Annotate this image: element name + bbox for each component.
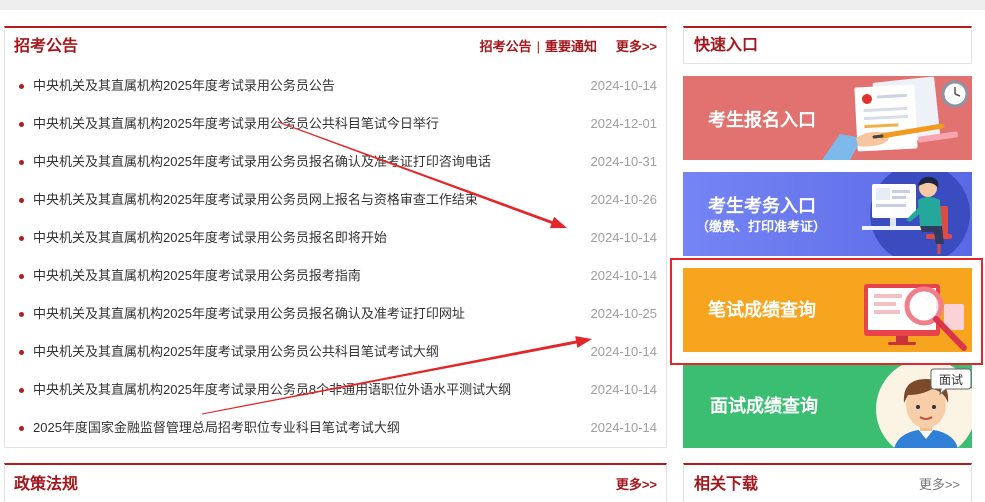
announcement-item: 中央机关及其直属机构2025年度考试录用公务员报名确认及准考证打印咨询电话 20… [5,143,666,181]
list-bullet [19,274,24,279]
announcement-date: 2024-10-26 [590,192,658,207]
monitor-magnifier-icon [864,284,967,351]
announcement-link[interactable]: 2025年度国家金融监督管理总局招考职位专业科目笔试考试大纲 [33,409,400,447]
banner-label: 考生报名入口 [708,110,816,130]
announcement-link[interactable]: 中央机关及其直属机构2025年度考试录用公务员报名即将开始 [33,219,387,257]
announcement-item: 中央机关及其直属机构2025年度考试录用公务员公告 2024-10-14 [5,67,666,105]
list-bullet [19,84,24,89]
list-bullet [19,388,24,393]
banner-label: 笔试成绩查询 [708,300,816,320]
downloads-more-link[interactable]: 更多>> [919,476,960,494]
list-bullet [19,350,24,355]
announcement-date: 2024-10-14 [590,382,658,397]
announcement-item: 中央机关及其直属机构2025年度考试录用公务员公共科目笔试考试大纲 2024-1… [5,333,666,371]
list-bullet [19,236,24,241]
announcements-title: 招考公告 [14,38,79,55]
announcement-date: 2024-10-14 [590,420,658,435]
announcement-item: 中央机关及其直属机构2025年度考试录用公务员8个非通用语职位外语水平测试大纲 … [5,371,666,409]
list-bullet [19,312,24,317]
announcement-link[interactable]: 中央机关及其直属机构2025年度考试录用公务员报名确认及准考证打印咨询电话 [33,143,491,181]
announcement-date: 2024-10-14 [590,230,658,245]
interview-score-query-banner[interactable]: 面试成绩查询 面试 [683,365,972,448]
list-bullet [19,122,24,127]
announcement-date: 2024-10-14 [590,78,658,93]
announcement-date: 2024-12-01 [590,116,658,131]
quick-entry-panel: 快速入口 [683,26,972,64]
top-strip [0,0,985,10]
person-at-desk-icon [862,172,970,256]
banner-sublabel: （缴费、打印准考证） [696,219,827,234]
policy-title: 政策法规 [14,476,79,493]
announcement-link[interactable]: 中央机关及其直属机构2025年度考试录用公务员报考指南 [33,257,361,295]
banner-label: 面试成绩查询 [710,396,818,416]
written-score-query-banner[interactable]: 笔试成绩查询 [683,268,972,352]
policy-more-link[interactable]: 更多>> [616,476,657,494]
announcement-link[interactable]: 中央机关及其直属机构2025年度考试录用公务员报名确认及准考证打印网址 [33,295,465,333]
announcement-item: 2025年度国家金融监督管理总局招考职位专业科目笔试考试大纲 2024-10-1… [5,409,666,447]
list-bullet [19,160,24,165]
announcement-date: 2024-10-25 [590,306,658,321]
speech-bubble-text: 面试 [939,372,963,387]
policy-panel: 政策法规 更多>> [4,463,667,502]
announcements-panel: 招考公告 招考公告 | 重要通知 更多>> 中央机关及其直属机构2025年度考试录用… [4,26,667,448]
announcement-item: 中央机关及其直属机构2025年度考试录用公务员网上报名与资格审查工作结束 202… [5,181,666,219]
announcements-more-link[interactable]: 更多>> [616,38,657,56]
quick-entry-title: 快速入口 [694,37,759,54]
list-bullet [19,426,24,431]
announcement-item: 中央机关及其直属机构2025年度考试录用公务员公共科目笔试今日举行 2024-1… [5,105,666,143]
announcement-date: 2024-10-31 [590,154,658,169]
announcement-list: 中央机关及其直属机构2025年度考试录用公务员公告 2024-10-14 中央机… [5,67,666,447]
tab-announcements[interactable]: 招考公告 [480,39,532,54]
banner-label: 考生考务入口 [708,196,816,216]
downloads-title: 相关下载 [694,476,759,493]
announcement-link[interactable]: 中央机关及其直属机构2025年度考试录用公务员公告 [33,67,335,105]
announcement-link[interactable]: 中央机关及其直属机构2025年度考试录用公务员网上报名与资格审查工作结束 [33,181,478,219]
announcements-tabs: 招考公告 | 重要通知 [480,38,597,56]
documents-pen-icon [822,76,969,160]
announcement-date: 2024-10-14 [590,268,658,283]
list-bullet [19,198,24,203]
tab-important-notices[interactable]: 重要通知 [545,39,597,54]
exam-affairs-entry-banner[interactable]: 考生考务入口 （缴费、打印准考证） [683,172,972,256]
downloads-panel: 相关下载 更多>> [683,463,972,502]
announcement-item: 中央机关及其直属机构2025年度考试录用公务员报名即将开始 2024-10-14 [5,219,666,257]
announcement-date: 2024-10-14 [590,344,658,359]
tab-separator: | [536,39,540,54]
announcement-link[interactable]: 中央机关及其直属机构2025年度考试录用公务员公共科目笔试今日举行 [33,105,439,143]
announcement-link[interactable]: 中央机关及其直属机构2025年度考试录用公务员8个非通用语职位外语水平测试大纲 [33,371,511,409]
announcement-item: 中央机关及其直属机构2025年度考试录用公务员报名确认及准考证打印网址 2024… [5,295,666,333]
interview-face-icon: 面试 [876,365,972,448]
announcement-link[interactable]: 中央机关及其直属机构2025年度考试录用公务员公共科目笔试考试大纲 [33,333,439,371]
announcement-item: 中央机关及其直属机构2025年度考试录用公务员报考指南 2024-10-14 [5,257,666,295]
registration-entry-banner[interactable]: 考生报名入口 [683,76,972,160]
